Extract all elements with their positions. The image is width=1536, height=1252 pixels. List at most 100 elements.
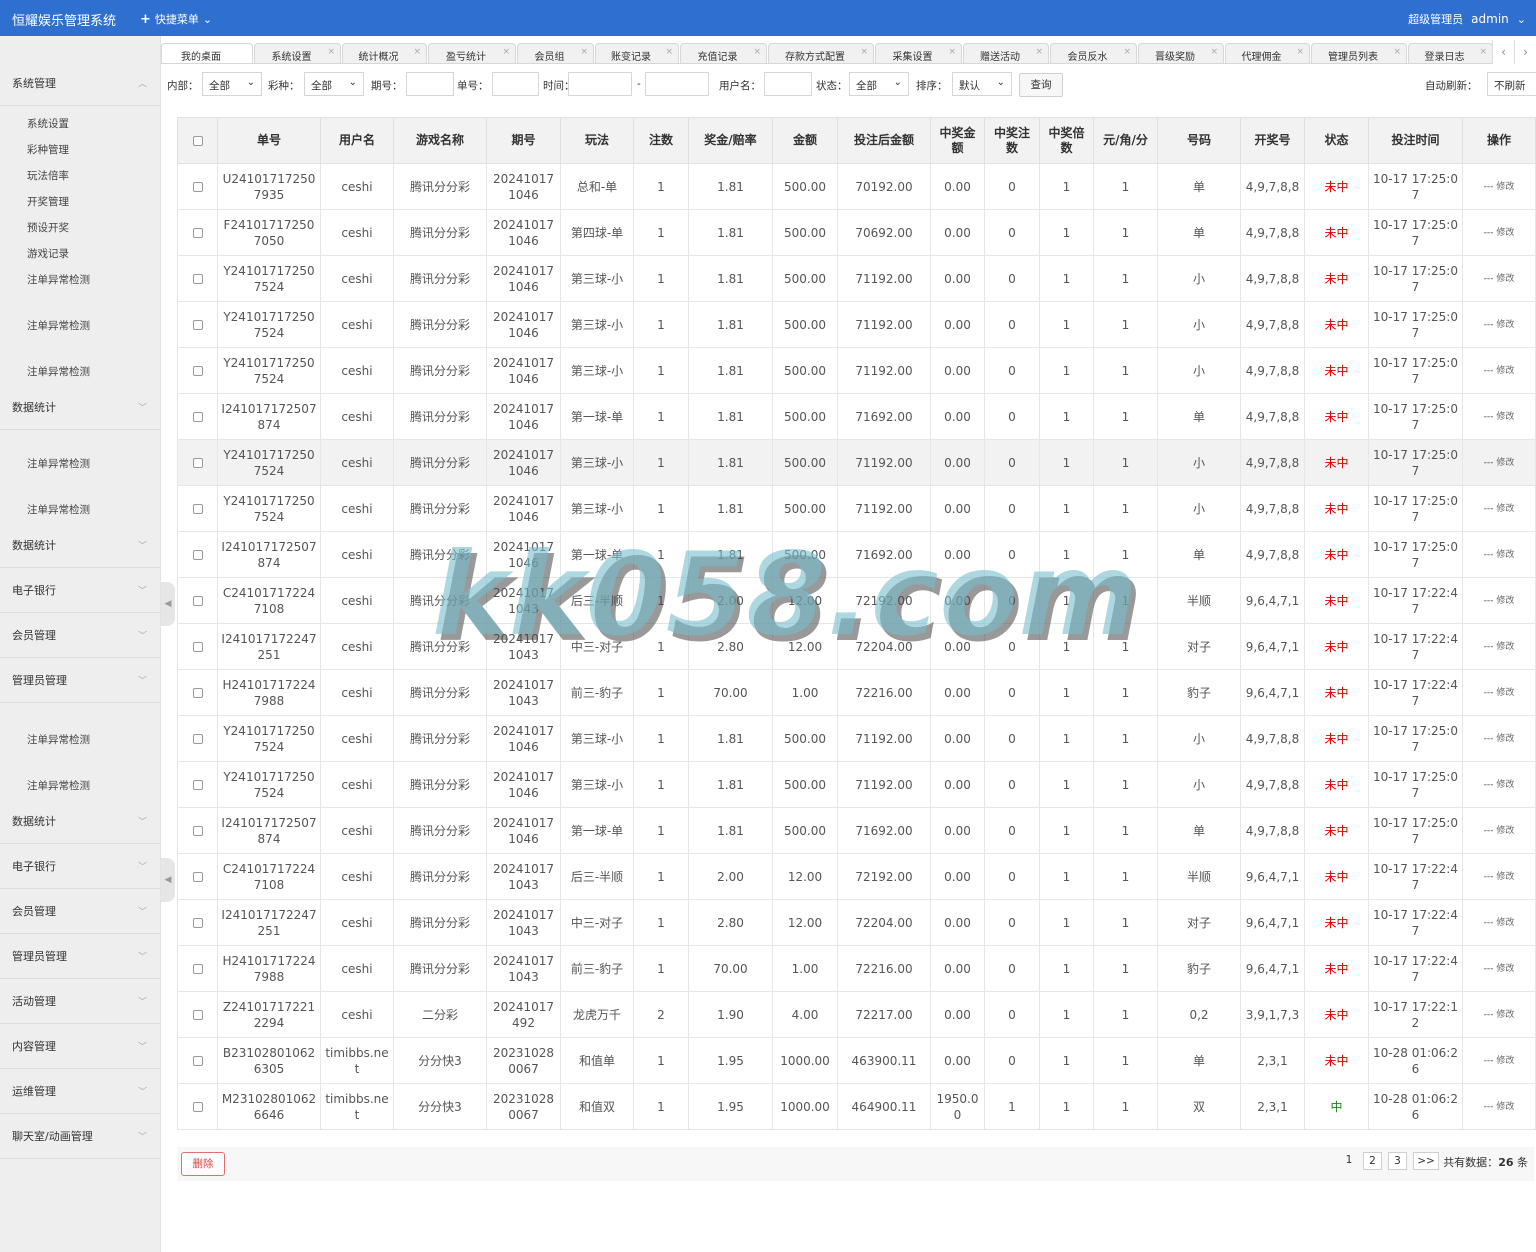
row-checkbox[interactable] [192, 1010, 203, 1020]
tab-4[interactable]: 会员组 × [517, 43, 594, 64]
sidebar-item[interactable]: 注单异常检测 [27, 272, 90, 287]
tab-scroll-right-icon[interactable]: › [1514, 40, 1536, 64]
auto-refresh-select[interactable]: 不刷新 [1487, 72, 1536, 96]
close-icon[interactable]: × [413, 47, 421, 57]
sidebar-group[interactable]: 系统管理 ︿ [0, 61, 161, 106]
select-all-checkbox[interactable] [192, 135, 203, 146]
close-icon[interactable]: × [665, 47, 673, 57]
tab-7[interactable]: 存款方式配置 × [768, 43, 874, 64]
sidebar-group[interactable]: 内容管理 ﹀ [0, 1024, 161, 1069]
table-row[interactable]: I241017172507874 ceshi 腾讯分分彩 202410171046 第一… [177, 531, 1536, 578]
row-checkbox[interactable] [192, 320, 203, 330]
table-row[interactable]: C241017172247108 ceshi 腾讯分分彩 202410171043 后三… [177, 853, 1536, 900]
status-select[interactable]: 全部 ⌄ [849, 72, 909, 96]
sidebar-item[interactable]: 注单异常检测 [27, 502, 90, 517]
row-checkbox[interactable] [192, 1056, 203, 1066]
table-row[interactable]: M231028010626646 timibbs.net 分分快3 202310280… [177, 1083, 1536, 1130]
sidebar-item[interactable]: 注单异常检测 [27, 778, 90, 793]
row-checkbox[interactable] [192, 550, 203, 560]
table-row[interactable]: Y241017172507524 ceshi 腾讯分分彩 202410171046 第三… [177, 347, 1536, 394]
sidebar-group[interactable]: 会员管理 ﹀ [0, 889, 161, 934]
sidebar-item[interactable]: 开奖管理 [27, 194, 69, 209]
tab-2[interactable]: 统计概况 × [342, 43, 427, 64]
period-input[interactable] [406, 72, 454, 96]
sidebar-item[interactable]: 注单异常检测 [27, 732, 90, 747]
table-row[interactable]: Y241017172507524 ceshi 腾讯分分彩 202410171046 第三… [177, 439, 1536, 486]
sidebar-collapse-handle[interactable]: ◀ [161, 858, 175, 902]
close-icon[interactable]: × [1296, 47, 1304, 57]
row-checkbox[interactable] [192, 504, 203, 514]
table-row[interactable]: Y241017172507524 ceshi 腾讯分分彩 202410171046 第三… [177, 761, 1536, 808]
table-row[interactable]: H241017172247988 ceshi 腾讯分分彩 202410171043 前三… [177, 945, 1536, 992]
table-row[interactable]: C241017172247108 ceshi 腾讯分分彩 202410171043 后三… [177, 577, 1536, 624]
sidebar-item[interactable]: 系统设置 [27, 116, 69, 131]
tab-1[interactable]: 系统设置 × [254, 43, 341, 64]
row-checkbox[interactable] [192, 274, 203, 284]
time-end-input[interactable] [645, 72, 709, 96]
row-checkbox[interactable] [192, 642, 203, 652]
page-3[interactable]: 3 [1388, 1152, 1407, 1170]
edit-link[interactable]: 修改 [1496, 412, 1514, 422]
sidebar-group[interactable]: 管理员管理 ﹀ [0, 658, 161, 703]
sidebar-group[interactable]: 会员管理 ﹀ [0, 613, 161, 658]
sidebar-item[interactable]: 彩种管理 [27, 142, 69, 157]
sidebar-item[interactable]: 预设开奖 [27, 220, 69, 235]
edit-link[interactable]: 修改 [1496, 826, 1514, 836]
sidebar-item[interactable]: 注单异常检测 [27, 364, 90, 379]
sidebar-group[interactable]: 聊天室/动画管理 ﹀ [0, 1114, 161, 1159]
table-row[interactable]: Z241017172212294 ceshi 二分彩 20241017492 龙虎万千 2… [177, 991, 1536, 1038]
row-checkbox[interactable] [192, 458, 203, 468]
edit-link[interactable]: 修改 [1496, 780, 1514, 790]
close-icon[interactable]: × [948, 47, 956, 57]
edit-link[interactable]: 修改 [1496, 964, 1514, 974]
edit-link[interactable]: 修改 [1496, 642, 1514, 652]
page-1[interactable]: 1 [1342, 1152, 1356, 1170]
edit-link[interactable]: 修改 [1496, 458, 1514, 468]
edit-link[interactable]: 修改 [1496, 366, 1514, 376]
table-row[interactable]: Y241017172507524 ceshi 腾讯分分彩 202410171046 第三… [177, 485, 1536, 532]
next-page-button[interactable]: >> [1413, 1152, 1439, 1170]
tab-13[interactable]: 管理员列表 × [1311, 43, 1407, 64]
edit-link[interactable]: 修改 [1496, 228, 1514, 238]
table-row[interactable]: H241017172247988 ceshi 腾讯分分彩 202410171043 前三… [177, 669, 1536, 716]
row-checkbox[interactable] [192, 412, 203, 422]
tab-11[interactable]: 晋级奖励 × [1138, 43, 1224, 64]
edit-link[interactable]: 修改 [1496, 1010, 1514, 1020]
sidebar-group[interactable]: 电子银行 ﹀ [0, 568, 161, 613]
edit-link[interactable]: 修改 [1496, 550, 1514, 560]
row-checkbox[interactable] [192, 228, 203, 238]
table-row[interactable]: F241017172507050 ceshi 腾讯分分彩 202410171046 第四… [177, 209, 1536, 256]
close-icon[interactable]: × [1123, 47, 1131, 57]
edit-link[interactable]: 修改 [1496, 596, 1514, 606]
edit-link[interactable]: 修改 [1496, 688, 1514, 698]
edit-link[interactable]: 修改 [1496, 918, 1514, 928]
edit-link[interactable]: 修改 [1496, 182, 1514, 192]
edit-link[interactable]: 修改 [1496, 1102, 1514, 1112]
sidebar-group[interactable]: 数据统计 ﹀ [0, 523, 161, 568]
table-row[interactable]: U241017172507935 ceshi 腾讯分分彩 202410171046 总和… [177, 163, 1536, 210]
sidebar-item[interactable]: 游戏记录 [27, 246, 69, 261]
row-checkbox[interactable] [192, 1102, 203, 1112]
table-row[interactable]: Y241017172507524 ceshi 腾讯分分彩 202410171046 第三… [177, 715, 1536, 762]
table-row[interactable]: I241017172507874 ceshi 腾讯分分彩 202410171046 第一… [177, 807, 1536, 854]
close-icon[interactable]: × [1035, 47, 1043, 57]
sidebar-group[interactable]: 活动管理 ﹀ [0, 979, 161, 1024]
tab-3[interactable]: 盈亏统计 × [428, 43, 516, 64]
sidebar-group[interactable]: 管理员管理 ﹀ [0, 934, 161, 979]
username-input[interactable] [764, 72, 812, 96]
edit-link[interactable]: 修改 [1496, 734, 1514, 744]
user-menu[interactable]: 超级管理员 admin ⌄ [1408, 11, 1526, 27]
edit-link[interactable]: 修改 [1496, 274, 1514, 284]
table-row[interactable]: I241017172247251 ceshi 腾讯分分彩 202410171043 中三… [177, 899, 1536, 946]
time-start-input[interactable] [568, 72, 632, 96]
sidebar-group[interactable]: 数据统计 ﹀ [0, 799, 161, 844]
tab-5[interactable]: 账变记录 × [595, 43, 679, 64]
inner-select[interactable]: 全部 ⌄ [202, 72, 262, 96]
sidebar-group[interactable]: 数据统计 ﹀ [0, 385, 161, 430]
lottery-select[interactable]: 全部 ⌄ [304, 72, 364, 96]
tab-scroll-left-icon[interactable]: ‹ [1492, 40, 1514, 64]
close-icon[interactable]: × [1393, 47, 1401, 57]
table-row[interactable]: I241017172247251 ceshi 腾讯分分彩 202410171043 中三… [177, 623, 1536, 670]
row-checkbox[interactable] [192, 182, 203, 192]
sidebar-item[interactable]: 玩法倍率 [27, 168, 69, 183]
